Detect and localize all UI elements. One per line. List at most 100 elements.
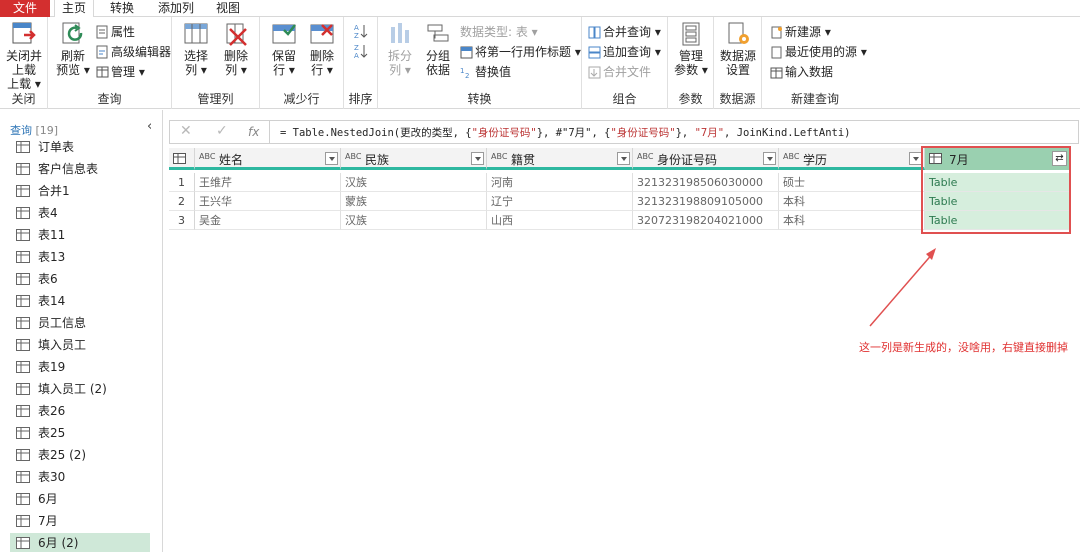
table-cell[interactable]: 河南 [487, 173, 633, 192]
row-number[interactable]: 2 [169, 192, 195, 211]
query-item[interactable]: 表25 (2) [10, 445, 150, 465]
column-header[interactable]: ABC 姓名 [195, 148, 341, 170]
column-header[interactable]: ABC 学历 [779, 148, 925, 170]
refresh-preview-button[interactable]: 刷新 预览 ▾ [52, 21, 94, 77]
filter-dropdown-icon[interactable] [617, 152, 630, 165]
group-data-sources: 数据源 设置 数据源 [714, 17, 762, 109]
row-number[interactable]: 1 [169, 173, 195, 192]
sort-ascending-button[interactable]: AZ [354, 23, 370, 41]
manage-parameters-button[interactable]: 管理 参数 ▾ [672, 21, 710, 77]
query-item[interactable]: 表19 [10, 357, 150, 377]
tab-file[interactable]: 文件 [0, 0, 50, 17]
manage-parameters-icon [682, 22, 700, 46]
table-cell[interactable]: 辽宁 [487, 192, 633, 211]
keep-rows-button[interactable]: 保留 行 ▾ [266, 21, 302, 77]
query-item[interactable]: 7月 [10, 511, 150, 531]
group-label-sort: 排序 [348, 92, 373, 106]
query-item[interactable]: 表13 [10, 247, 150, 267]
sort-ascending-icon: AZ [354, 24, 368, 40]
table-cell[interactable]: 321323198506030000 [633, 173, 779, 192]
table-cell[interactable]: 320723198204021000 [633, 211, 779, 230]
query-item[interactable]: 合并1 [10, 181, 150, 201]
group-by-button[interactable]: 分组 依据 [420, 21, 456, 77]
manage-button[interactable]: 管理 ▾ [96, 63, 145, 81]
table-icon [16, 163, 30, 175]
table-cell[interactable]: 汉族 [341, 173, 487, 192]
confirm-formula-icon[interactable]: ✓ [216, 123, 228, 139]
filter-dropdown-icon[interactable] [763, 152, 776, 165]
table-menu-icon[interactable] [169, 148, 195, 170]
table-cell[interactable]: 本科 [779, 211, 925, 230]
tab-add-column[interactable]: 添加列 [152, 0, 200, 17]
query-item[interactable]: 表26 [10, 401, 150, 421]
properties-button[interactable]: 属性 [96, 23, 135, 41]
table-icon [16, 273, 30, 285]
tab-transform[interactable]: 转换 [104, 0, 140, 17]
query-item[interactable]: 表30 [10, 467, 150, 487]
query-item-label: 7月 [38, 514, 58, 528]
query-item[interactable]: 6月 (2) [10, 533, 150, 552]
query-item[interactable]: 填入员工 (2) [10, 379, 150, 399]
query-item[interactable]: 表6 [10, 269, 150, 289]
table-cell[interactable]: 硕士 [779, 173, 925, 192]
merge-queries-button[interactable]: 合并查询 ▾ [588, 23, 661, 41]
close-apply-button[interactable]: 关闭并上载 上载 ▾ [4, 21, 44, 91]
queries-header[interactable]: 查询 [19] [10, 122, 58, 138]
use-first-row-headers-button[interactable]: 将第一行用作标题 ▾ [460, 43, 581, 61]
append-queries-button[interactable]: 追加查询 ▾ [588, 43, 661, 61]
column-header[interactable]: ABC 民族 [341, 148, 487, 170]
formula-input[interactable]: = Table.NestedJoin(更改的类型, {"身份证号码"}, #"7… [280, 125, 850, 140]
table-cell[interactable]: 汉族 [341, 211, 487, 230]
power-query-editor: 文件 主页 转换 添加列 视图 关闭并上载 上载 ▾ 关闭 刷新 预览 ▾ 属性… [0, 0, 1080, 552]
fx-icon[interactable]: fx [248, 125, 259, 139]
query-item[interactable]: 表11 [10, 225, 150, 245]
tab-view[interactable]: 视图 [208, 0, 248, 17]
data-source-settings-button[interactable]: 数据源 设置 [718, 21, 758, 77]
row-number[interactable]: 3 [169, 211, 195, 230]
query-item-label: 6月 (2) [38, 536, 79, 550]
table-cell[interactable]: 吴金 [195, 211, 341, 230]
table-cell[interactable]: 321323198809105000 [633, 192, 779, 211]
ribbon-tabbar: 文件 主页 转换 添加列 视图 [0, 0, 1080, 18]
split-column-button[interactable]: 拆分 列 ▾ [382, 21, 418, 77]
cancel-formula-icon[interactable]: ✕ [180, 123, 192, 139]
remove-rows-icon [310, 24, 334, 44]
collapse-panel-icon[interactable]: ‹ [147, 119, 152, 134]
advanced-editor-button[interactable]: 高级编辑器 [96, 43, 171, 61]
text-type-icon: ABC [491, 152, 508, 161]
annotation-arrow [869, 248, 936, 327]
data-type-selector[interactable]: 数据类型: 表 ▾ [460, 23, 538, 41]
combine-files-button[interactable]: 合并文件 [588, 63, 651, 81]
table-cell[interactable]: 本科 [779, 192, 925, 211]
query-item[interactable]: 填入员工 [10, 335, 150, 355]
remove-columns-button[interactable]: 删除 列 ▾ [218, 21, 254, 77]
query-item[interactable]: 员工信息 [10, 313, 150, 333]
query-item[interactable]: 表25 [10, 423, 150, 443]
query-item[interactable]: 订单表 [10, 137, 150, 157]
table-icon [16, 295, 30, 307]
recent-sources-button[interactable]: 最近使用的源 ▾ [770, 43, 867, 61]
filter-dropdown-icon[interactable] [325, 152, 338, 165]
tab-home[interactable]: 主页 [54, 0, 94, 18]
query-item[interactable]: 表14 [10, 291, 150, 311]
remove-rows-button[interactable]: 删除 行 ▾ [304, 21, 340, 77]
table-cell[interactable]: 王维芹 [195, 173, 341, 192]
table-cell[interactable]: 山西 [487, 211, 633, 230]
text-type-icon: ABC [783, 152, 800, 161]
sort-descending-button[interactable]: ZA [354, 43, 370, 61]
replace-values-button[interactable]: 1 2 替换值 [460, 63, 511, 81]
table-cell[interactable]: 王兴华 [195, 192, 341, 211]
combine-files-icon [588, 66, 601, 79]
column-header[interactable]: ABC 籍贯 [487, 148, 633, 170]
choose-columns-button[interactable]: 选择 列 ▾ [178, 21, 214, 77]
column-header[interactable]: ABC 身份证号码 [633, 148, 779, 170]
query-item[interactable]: 表4 [10, 203, 150, 223]
close-apply-icon [12, 22, 36, 44]
filter-dropdown-icon[interactable] [471, 152, 484, 165]
table-cell[interactable]: 蒙族 [341, 192, 487, 211]
new-source-button[interactable]: 新建源 ▾ [770, 23, 831, 41]
enter-data-button[interactable]: 输入数据 [770, 63, 833, 81]
query-item[interactable]: 客户信息表 [10, 159, 150, 179]
query-item[interactable]: 6月 [10, 489, 150, 509]
data-source-settings-icon [728, 22, 749, 44]
